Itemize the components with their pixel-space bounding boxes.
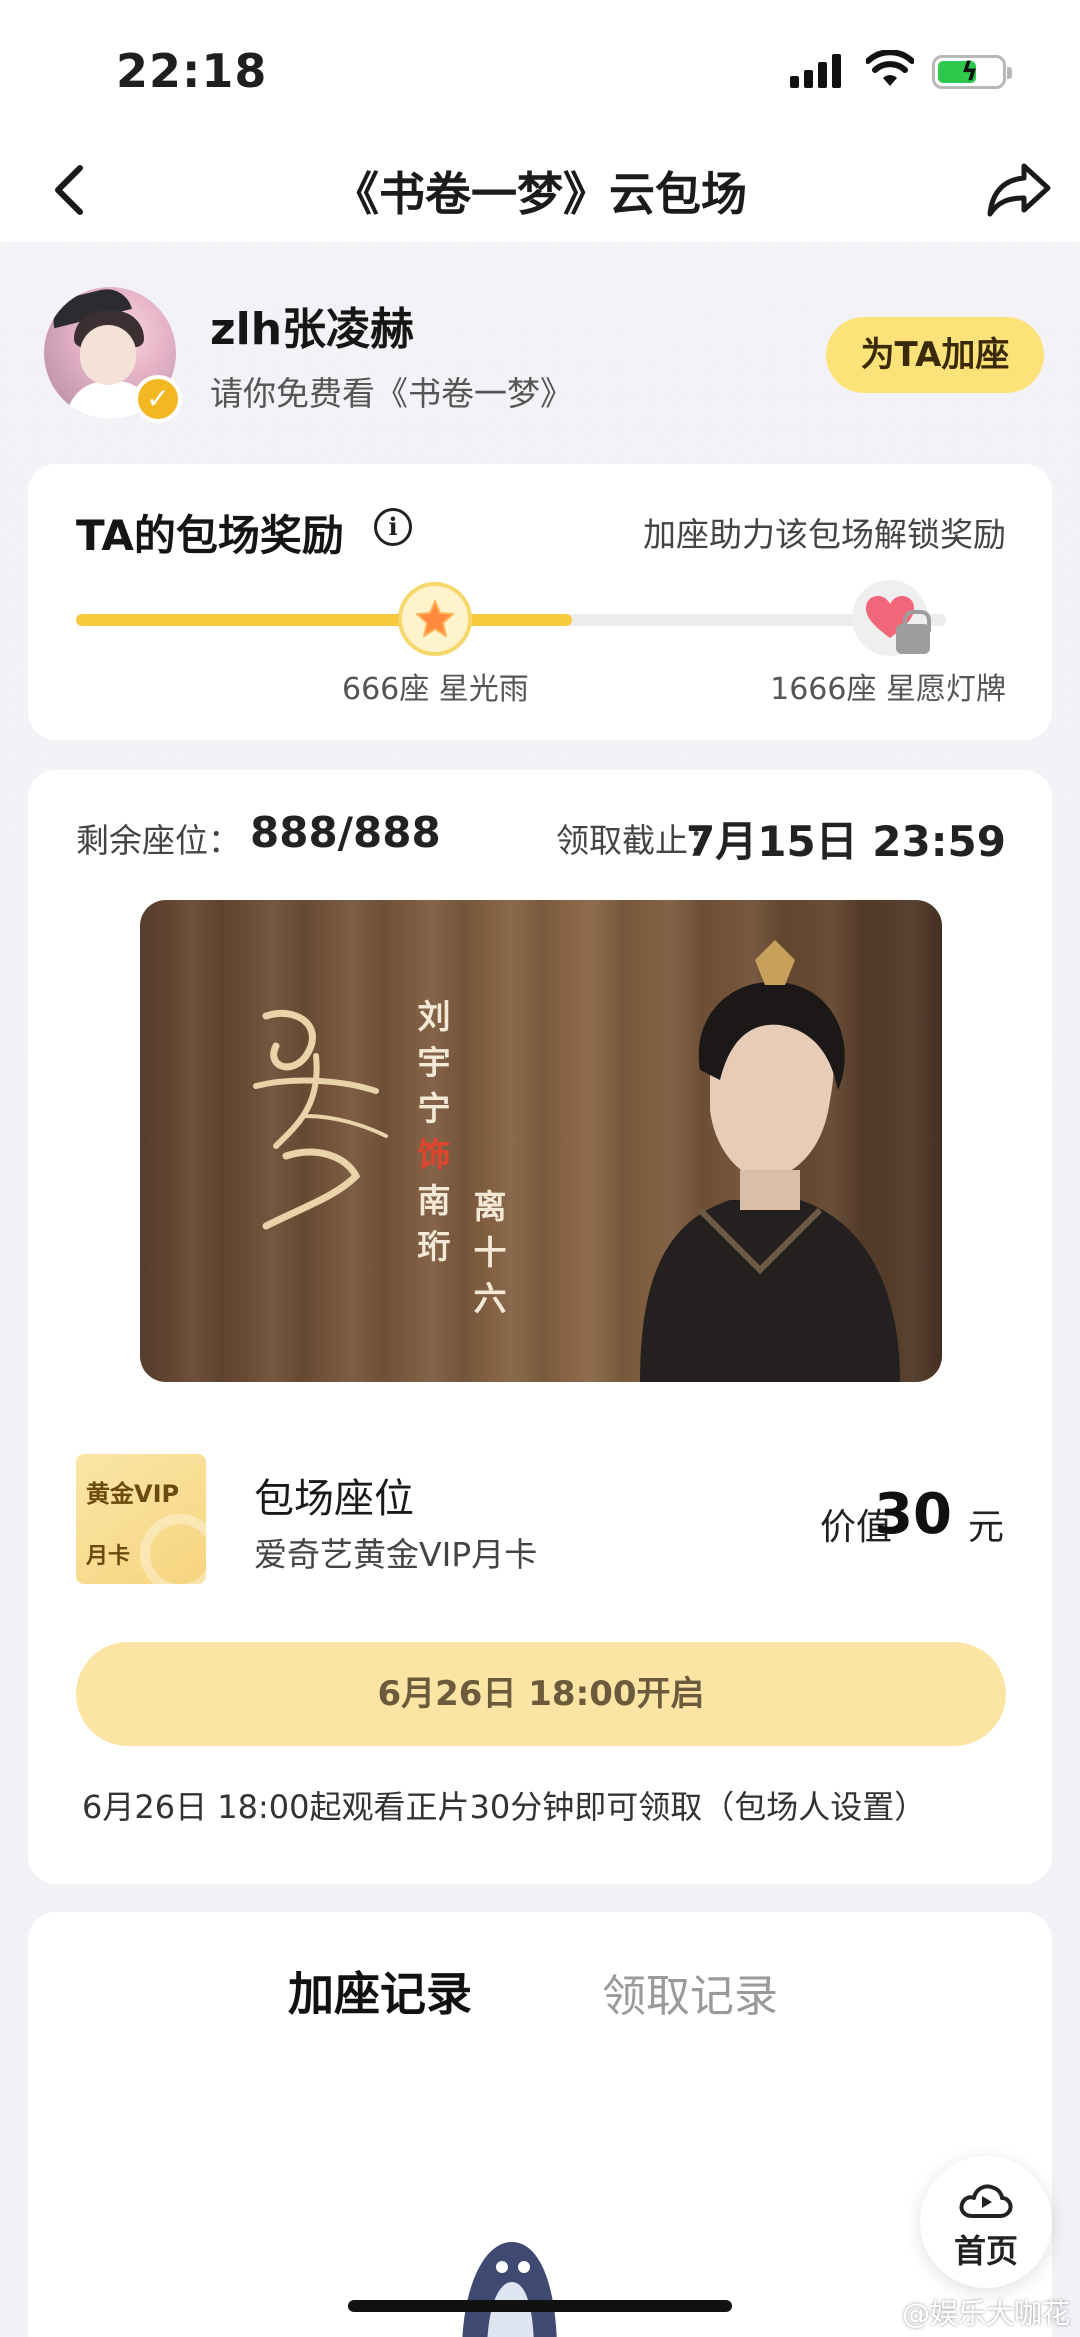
poster-actor-name: 刘宇宁 — [417, 997, 451, 1128]
empty-state-mascot-icon — [462, 2242, 557, 2337]
reward-title: TA的包场奖励 — [76, 511, 344, 560]
tab-add-seat-records[interactable]: 加座记录 — [288, 1958, 472, 2024]
value-amount: 30 — [874, 1482, 952, 1547]
reward-item-row: 黄金VIP 月卡 包场座位 爱奇艺黄金VIP月卡 价值 30 元 — [76, 1454, 1004, 1584]
battery-charging-icon: ϟ — [932, 55, 1012, 89]
actor-portrait-image — [640, 940, 900, 1382]
host-name: zlh张凌赫 — [210, 304, 415, 355]
home-button-label: 首页 — [953, 2232, 1018, 2270]
nav-bar: 《书卷一梦》云包场 — [0, 140, 1080, 242]
wifi-icon — [866, 50, 914, 86]
status-time: 22:18 — [116, 44, 268, 98]
records-card: 加座记录 领取记录 — [28, 1912, 1052, 2337]
deadline-value: 7月15日 23:59 — [686, 817, 1006, 866]
status-bar: 22:18 ϟ — [0, 0, 1080, 140]
home-button[interactable]: 首页 — [920, 2156, 1052, 2288]
host-info: ✓ zlh张凌赫 请你免费看《书卷一梦》 为TA加座 — [44, 285, 1044, 425]
page-title: 《书卷一梦》云包场 — [333, 167, 747, 221]
tab-claim-records[interactable]: 领取记录 — [602, 1960, 778, 2024]
reward-hint: 加座助力该包场解锁奖励 — [643, 515, 1006, 554]
verified-badge-icon: ✓ — [134, 375, 182, 423]
claim-rule-note: 6月26日 18:00起观看正片30分钟即可领取（包场人设置） — [82, 1788, 927, 1826]
poster-role-2: 离十六 — [473, 1187, 507, 1318]
screening-card: 剩余座位： 888/888 领取截止： 7月15日 23:59 刘宇宁 饰 南珩… — [28, 770, 1052, 1884]
weibo-watermark-icon — [868, 2294, 904, 2320]
info-icon[interactable]: i — [374, 508, 412, 546]
share-icon[interactable] — [986, 158, 1052, 222]
value-unit: 元 — [967, 1507, 1004, 1548]
milestone-label: 1666座 星愿灯牌 — [770, 672, 1006, 707]
poster-role-mark: 饰 — [417, 1135, 451, 1174]
remaining-seats-label: 剩余座位： — [76, 821, 241, 860]
reward-card: TA的包场奖励 i 加座助力该包场解锁奖励 666座 星光雨 1666座 星愿灯… — [28, 464, 1052, 740]
poster-cast-column: 刘宇宁 饰 南珩 — [408, 994, 460, 1270]
host-invite-text: 请你免费看《书卷一梦》 — [210, 374, 573, 413]
home-indicator[interactable] — [348, 2300, 732, 2312]
vip-card-line2: 月卡 — [86, 1544, 131, 1569]
reward-progress-bar — [76, 614, 946, 626]
drama-poster[interactable]: 刘宇宁 饰 南珩 离十六 — [140, 900, 942, 1382]
open-time-button[interactable]: 6月26日 18:00开启 — [76, 1642, 1006, 1746]
vip-card-line1: 黄金VIP — [86, 1480, 180, 1508]
cloud-play-icon — [959, 2184, 1013, 2218]
reward-item-desc: 爱奇艺黄金VIP月卡 — [254, 1535, 538, 1574]
star-rain-milestone-icon[interactable] — [398, 582, 472, 656]
poster-role-1: 南珩 — [417, 1181, 451, 1266]
remaining-seats-value: 888/888 — [250, 808, 441, 857]
add-seat-button[interactable]: 为TA加座 — [826, 317, 1044, 393]
milestone-label: 666座 星光雨 — [342, 672, 529, 707]
reward-item-title: 包场座位 — [254, 1476, 414, 1522]
watermark-text: @娱乐大咖花 — [901, 2297, 1070, 2330]
drama-logo-calligraphy — [253, 1009, 388, 1230]
vip-monthly-card-icon: 黄金VIP 月卡 — [76, 1454, 206, 1584]
lock-icon — [896, 610, 931, 654]
reward-progress-fill — [76, 614, 572, 626]
cellular-signal-icon — [790, 52, 846, 88]
